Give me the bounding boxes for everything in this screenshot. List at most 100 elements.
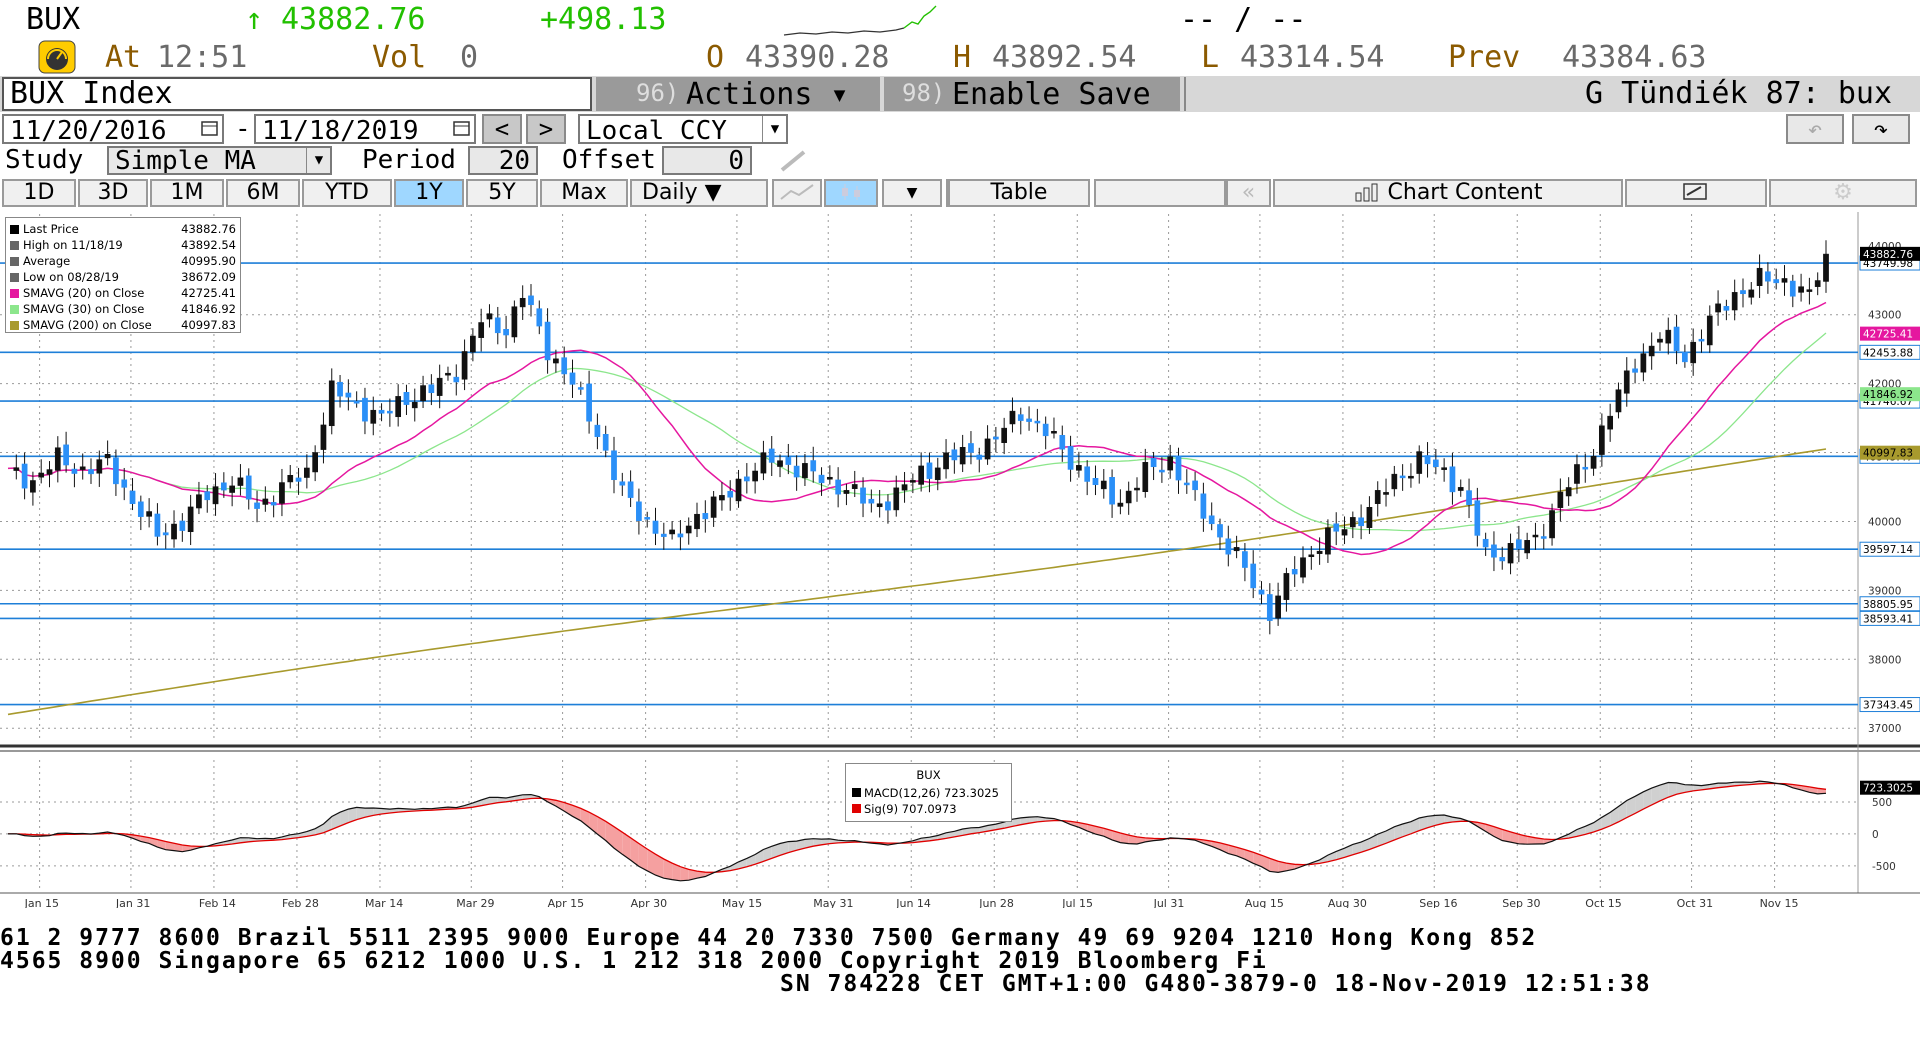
annotate-icon[interactable] — [1625, 179, 1767, 207]
table-button[interactable]: Table — [948, 179, 1090, 207]
start-date-text: 11/20/2016 — [10, 116, 167, 144]
candle-down — [1723, 306, 1730, 311]
candle-up — [1341, 529, 1348, 536]
undo-icon[interactable]: ↶ — [1786, 114, 1844, 144]
candle-down — [652, 520, 659, 534]
redo-icon[interactable]: ↷ — [1852, 114, 1910, 144]
tab-3d[interactable]: 3D — [78, 179, 148, 207]
offset-input[interactable]: 0 — [662, 146, 752, 175]
candle-down — [951, 449, 958, 461]
level-label: 38593.41 — [1863, 613, 1913, 625]
candle-up — [1557, 491, 1564, 508]
candle-down — [345, 392, 352, 398]
legend-value: 40997.83 — [181, 318, 236, 332]
line-chart-icon[interactable] — [772, 179, 822, 207]
prev-value: 43384.63 — [1562, 40, 1707, 75]
candle-down — [885, 501, 891, 511]
tab-max[interactable]: Max — [540, 179, 628, 207]
candle-up — [1125, 490, 1132, 504]
candle-up — [519, 297, 526, 308]
candle-chart-icon[interactable] — [824, 179, 878, 207]
candle-down — [1449, 466, 1456, 493]
candle-up — [1233, 547, 1240, 552]
tab-ytd[interactable]: YTD — [302, 179, 392, 207]
x-axis-label: Sep 16 — [1419, 897, 1457, 908]
candle-down — [602, 434, 609, 451]
candle-up — [420, 385, 426, 402]
x-axis-label: Feb 28 — [282, 897, 319, 908]
candle-up — [312, 452, 319, 473]
speedometer-icon[interactable] — [38, 40, 76, 74]
candle-down — [129, 490, 136, 504]
pencil-icon[interactable] — [778, 148, 810, 174]
chevron-down-icon[interactable]: ▼ — [306, 148, 331, 173]
candle-down — [1026, 418, 1032, 422]
candle-down — [1042, 423, 1049, 437]
period-value: 20 — [498, 146, 530, 175]
marker-label: 43882.76 — [1863, 249, 1913, 261]
candle-down — [1067, 446, 1074, 470]
candle-down — [1333, 523, 1340, 532]
candle-down — [743, 476, 750, 482]
candle-down — [353, 401, 360, 404]
legend-value: 43892.54 — [181, 238, 236, 252]
candle-up — [237, 477, 244, 486]
currency-select[interactable]: Local CCY — [578, 114, 788, 144]
chart-type-dropdown[interactable]: ▼ — [882, 179, 942, 207]
candle-down — [768, 448, 775, 463]
start-date-input[interactable]: 11/20/2016 — [2, 114, 224, 144]
tab-6m[interactable]: 6M — [226, 179, 300, 207]
gear-icon[interactable]: ⚙ — [1769, 179, 1917, 207]
chart-content-button[interactable]: Chart Content — [1273, 179, 1623, 207]
x-axis-label: May 31 — [813, 897, 853, 908]
tab-1d[interactable]: 1D — [2, 179, 76, 207]
level-label: 38805.95 — [1863, 599, 1913, 611]
chevron-down-icon[interactable]: ▼ — [762, 116, 787, 142]
candle-up — [1574, 464, 1580, 484]
save-number: 98) — [902, 79, 946, 107]
candle-down — [1399, 475, 1406, 479]
enable-save-button[interactable]: 98) Enable Save — [884, 77, 1180, 112]
candle-down — [1499, 557, 1506, 562]
study-select[interactable]: Simple MA — [107, 146, 332, 175]
collapse-icon[interactable]: « — [1226, 179, 1271, 207]
calendar-icon[interactable] — [200, 118, 220, 138]
vol-label: Vol — [372, 40, 427, 75]
candle-down — [362, 397, 368, 422]
actions-menu[interactable]: 96) Actions ▾ — [596, 77, 880, 112]
candle-down — [660, 533, 667, 537]
previous-period-button[interactable]: < — [482, 114, 522, 144]
candle-down — [528, 295, 534, 306]
candle-up — [328, 380, 335, 427]
macd-label: MACD(12,26) — [864, 786, 941, 800]
candle-up — [1731, 292, 1738, 311]
candle-up — [196, 494, 202, 509]
candle-down — [403, 392, 410, 405]
calendar-icon[interactable] — [452, 118, 472, 138]
tab-1m[interactable]: 1M — [150, 179, 224, 207]
tab-1y[interactable]: 1Y — [394, 179, 464, 207]
frequency-select[interactable]: Daily ▼ — [630, 179, 768, 207]
candle-up — [1457, 487, 1464, 491]
user-context: G Tündiék 87: bux — [1584, 76, 1892, 111]
candle-up — [1690, 341, 1697, 364]
legend-label: SMAVG (20) on Close — [23, 286, 145, 300]
footer-session-info: SN 784228 CET GMT+1:00 G480-3879-0 18-No… — [780, 971, 1652, 997]
level-label: 39597.14 — [1863, 544, 1913, 556]
legend-label: Last Price — [23, 222, 79, 236]
candle-up — [1374, 490, 1381, 504]
x-axis-label: Mar 29 — [456, 897, 494, 908]
next-period-button[interactable]: > — [526, 114, 566, 144]
tab-5y[interactable]: 5Y — [466, 179, 538, 207]
legend-label: High on 11/18/19 — [23, 238, 123, 252]
legend-item: Last Price 43882.76 — [10, 222, 238, 237]
legend-value: 42725.41 — [181, 286, 236, 300]
candle-up — [719, 495, 725, 501]
security-field[interactable]: BUX Index — [2, 77, 592, 111]
legend-value: 41846.92 — [181, 302, 236, 316]
end-date-input[interactable]: 11/18/2019 — [254, 114, 476, 144]
legend-value: 40995.90 — [181, 254, 236, 268]
candle-up — [876, 503, 883, 508]
high-value: 43892.54 — [992, 40, 1137, 75]
period-input[interactable]: 20 — [468, 146, 538, 175]
